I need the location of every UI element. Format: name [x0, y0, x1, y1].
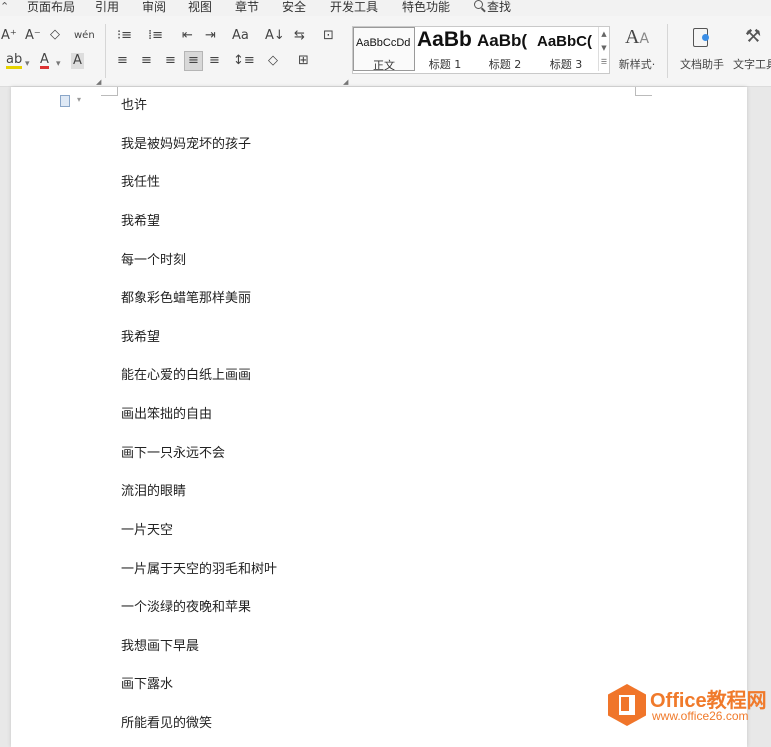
- text-line[interactable]: 画下一只永远不会: [121, 442, 225, 461]
- margin-corner-mark: [635, 87, 652, 96]
- numbering-icon[interactable]: ⁞≡: [148, 28, 163, 44]
- text-line[interactable]: 也许: [121, 94, 147, 113]
- menu-references[interactable]: 引用: [95, 0, 119, 15]
- font-color-icon[interactable]: A: [40, 53, 49, 69]
- style-gallery: AaBbCcDd 正文 AaBb 标题 1 AaBb( 标题 2 AaBbC( …: [352, 26, 610, 74]
- text-line[interactable]: 流泪的眼睛: [121, 480, 186, 499]
- clear-format-icon[interactable]: ◇: [50, 27, 60, 43]
- bullets-icon[interactable]: ⁝≡: [117, 28, 132, 44]
- phonetic-guide-icon[interactable]: wén: [74, 28, 95, 44]
- style-sample: AaBb(: [477, 31, 528, 50]
- text-tools-label: 文字工具: [733, 58, 771, 71]
- style-label: 标题 2: [488, 58, 522, 71]
- justify-icon[interactable]: ≡: [184, 51, 203, 71]
- style-heading-2[interactable]: AaBb( 标题 2: [475, 27, 535, 71]
- wrench-icon: ⚒: [745, 26, 762, 47]
- text-line[interactable]: 我是被妈妈宠坏的孩子: [121, 133, 251, 152]
- table-border-icon[interactable]: ⊞: [298, 53, 309, 69]
- text-line[interactable]: 画下露水: [121, 673, 173, 692]
- text-line[interactable]: 所能看见的微笑: [121, 712, 212, 731]
- align-center-icon[interactable]: ≡: [141, 53, 152, 69]
- font-shrink-icon[interactable]: A⁻: [25, 28, 41, 44]
- menu-clipped-edge: ⌃: [0, 0, 10, 13]
- align-left-icon[interactable]: ≡: [117, 53, 128, 69]
- text-line[interactable]: 我希望: [121, 210, 160, 229]
- style-label: 正文: [373, 59, 395, 71]
- text-line[interactable]: 一片属于天空的羽毛和树叶: [121, 558, 277, 577]
- ribbon: A⁺ A⁻ ◇ wén ab ▾ A ▾ A ⁝≡ ⁞≡ ⇤ ⇥ Aa A↓ ⇆…: [0, 16, 771, 87]
- doc-helper-label: 文档助手: [680, 58, 724, 71]
- menu-search[interactable]: 查找: [487, 0, 511, 15]
- align-right-icon[interactable]: ≡: [165, 53, 176, 69]
- menu-bar: ⌃ 页面布局 引用 审阅 视图 章节 安全 开发工具 特色功能 查找: [0, 0, 771, 16]
- margin-corner-mark: [101, 87, 118, 96]
- text-line[interactable]: 我想画下早晨: [121, 635, 199, 654]
- new-style-icon: AA: [624, 26, 650, 48]
- char-shading-icon[interactable]: A: [71, 53, 84, 69]
- doc-helper-icon: [676, 26, 728, 52]
- text-line[interactable]: 都象彩色蜡笔那样美丽: [121, 287, 251, 306]
- text-line[interactable]: 一片天空: [121, 519, 173, 538]
- shading-icon[interactable]: ◇: [268, 53, 278, 69]
- menu-special-features[interactable]: 特色功能: [402, 0, 450, 15]
- menu-chapter[interactable]: 章节: [235, 0, 259, 15]
- ribbon-separator: [667, 24, 668, 78]
- new-style-label: 新样式·: [618, 58, 656, 71]
- menu-review[interactable]: 审阅: [142, 0, 166, 15]
- borders-icon[interactable]: ⊡: [323, 28, 334, 44]
- paragraph-handle-icon[interactable]: [60, 95, 70, 107]
- char-spacing-icon[interactable]: ⇆: [294, 28, 305, 44]
- style-sample: AaBbCcDd: [356, 37, 411, 49]
- menu-page-layout[interactable]: 页面布局: [27, 0, 75, 15]
- menu-developer-tools[interactable]: 开发工具: [330, 0, 378, 15]
- text-tools-button[interactable]: ⚒ 文字工具: [731, 26, 771, 72]
- style-normal[interactable]: AaBbCcDd 正文: [353, 27, 415, 71]
- distribute-icon[interactable]: ≡: [209, 53, 220, 69]
- line-spacing-icon[interactable]: ↕≡: [233, 53, 255, 69]
- text-line[interactable]: 我任性: [121, 171, 160, 190]
- style-heading-1[interactable]: AaBb 标题 1: [415, 27, 475, 71]
- text-line[interactable]: 我希望: [121, 326, 160, 345]
- chevron-down-icon[interactable]: ▾: [25, 56, 30, 72]
- chevron-down-icon[interactable]: ▾: [77, 95, 81, 104]
- site-watermark: Office教程网 www.office26.com: [606, 682, 771, 732]
- change-case-icon[interactable]: Aa: [232, 28, 249, 44]
- office-logo-icon-inner: [621, 697, 629, 711]
- search-icon[interactable]: [474, 0, 483, 9]
- style-label: 标题 1: [428, 58, 462, 71]
- menu-view[interactable]: 视图: [188, 0, 212, 15]
- ribbon-separator: [105, 24, 106, 78]
- gallery-scroll[interactable]: ▲ ▼ ☰: [598, 27, 609, 71]
- decrease-indent-icon[interactable]: ⇤: [182, 28, 193, 44]
- highlight-icon[interactable]: ab: [6, 53, 23, 69]
- style-heading-3[interactable]: AaBbC( 标题 3: [535, 27, 597, 71]
- document-page[interactable]: ▾ 也许 我是被妈妈宠坏的孩子 我任性 我希望 每一个时刻 都象彩色蜡笔那样美丽…: [11, 87, 747, 747]
- font-grow-icon[interactable]: A⁺: [1, 28, 17, 44]
- style-label: 标题 3: [549, 58, 583, 71]
- sort-icon[interactable]: A↓: [265, 28, 285, 44]
- watermark-url: www.office26.com: [652, 709, 749, 723]
- chevron-down-icon[interactable]: ▾: [56, 56, 61, 72]
- text-line[interactable]: 每一个时刻: [121, 249, 186, 268]
- menu-security[interactable]: 安全: [282, 0, 306, 15]
- style-sample: AaBbC(: [537, 33, 592, 50]
- text-line[interactable]: 一个淡绿的夜晚和苹果: [121, 596, 251, 615]
- new-style-button[interactable]: AA 新样式·: [612, 26, 662, 72]
- doc-helper-button[interactable]: 文档助手: [676, 26, 728, 72]
- text-line[interactable]: 能在心爱的白纸上画画: [121, 364, 251, 383]
- increase-indent-icon[interactable]: ⇥: [205, 28, 216, 44]
- style-sample: AaBb: [417, 28, 472, 51]
- document-area: ▾ 也许 我是被妈妈宠坏的孩子 我任性 我希望 每一个时刻 都象彩色蜡笔那样美丽…: [0, 87, 771, 747]
- text-line[interactable]: 画出笨拙的自由: [121, 403, 212, 422]
